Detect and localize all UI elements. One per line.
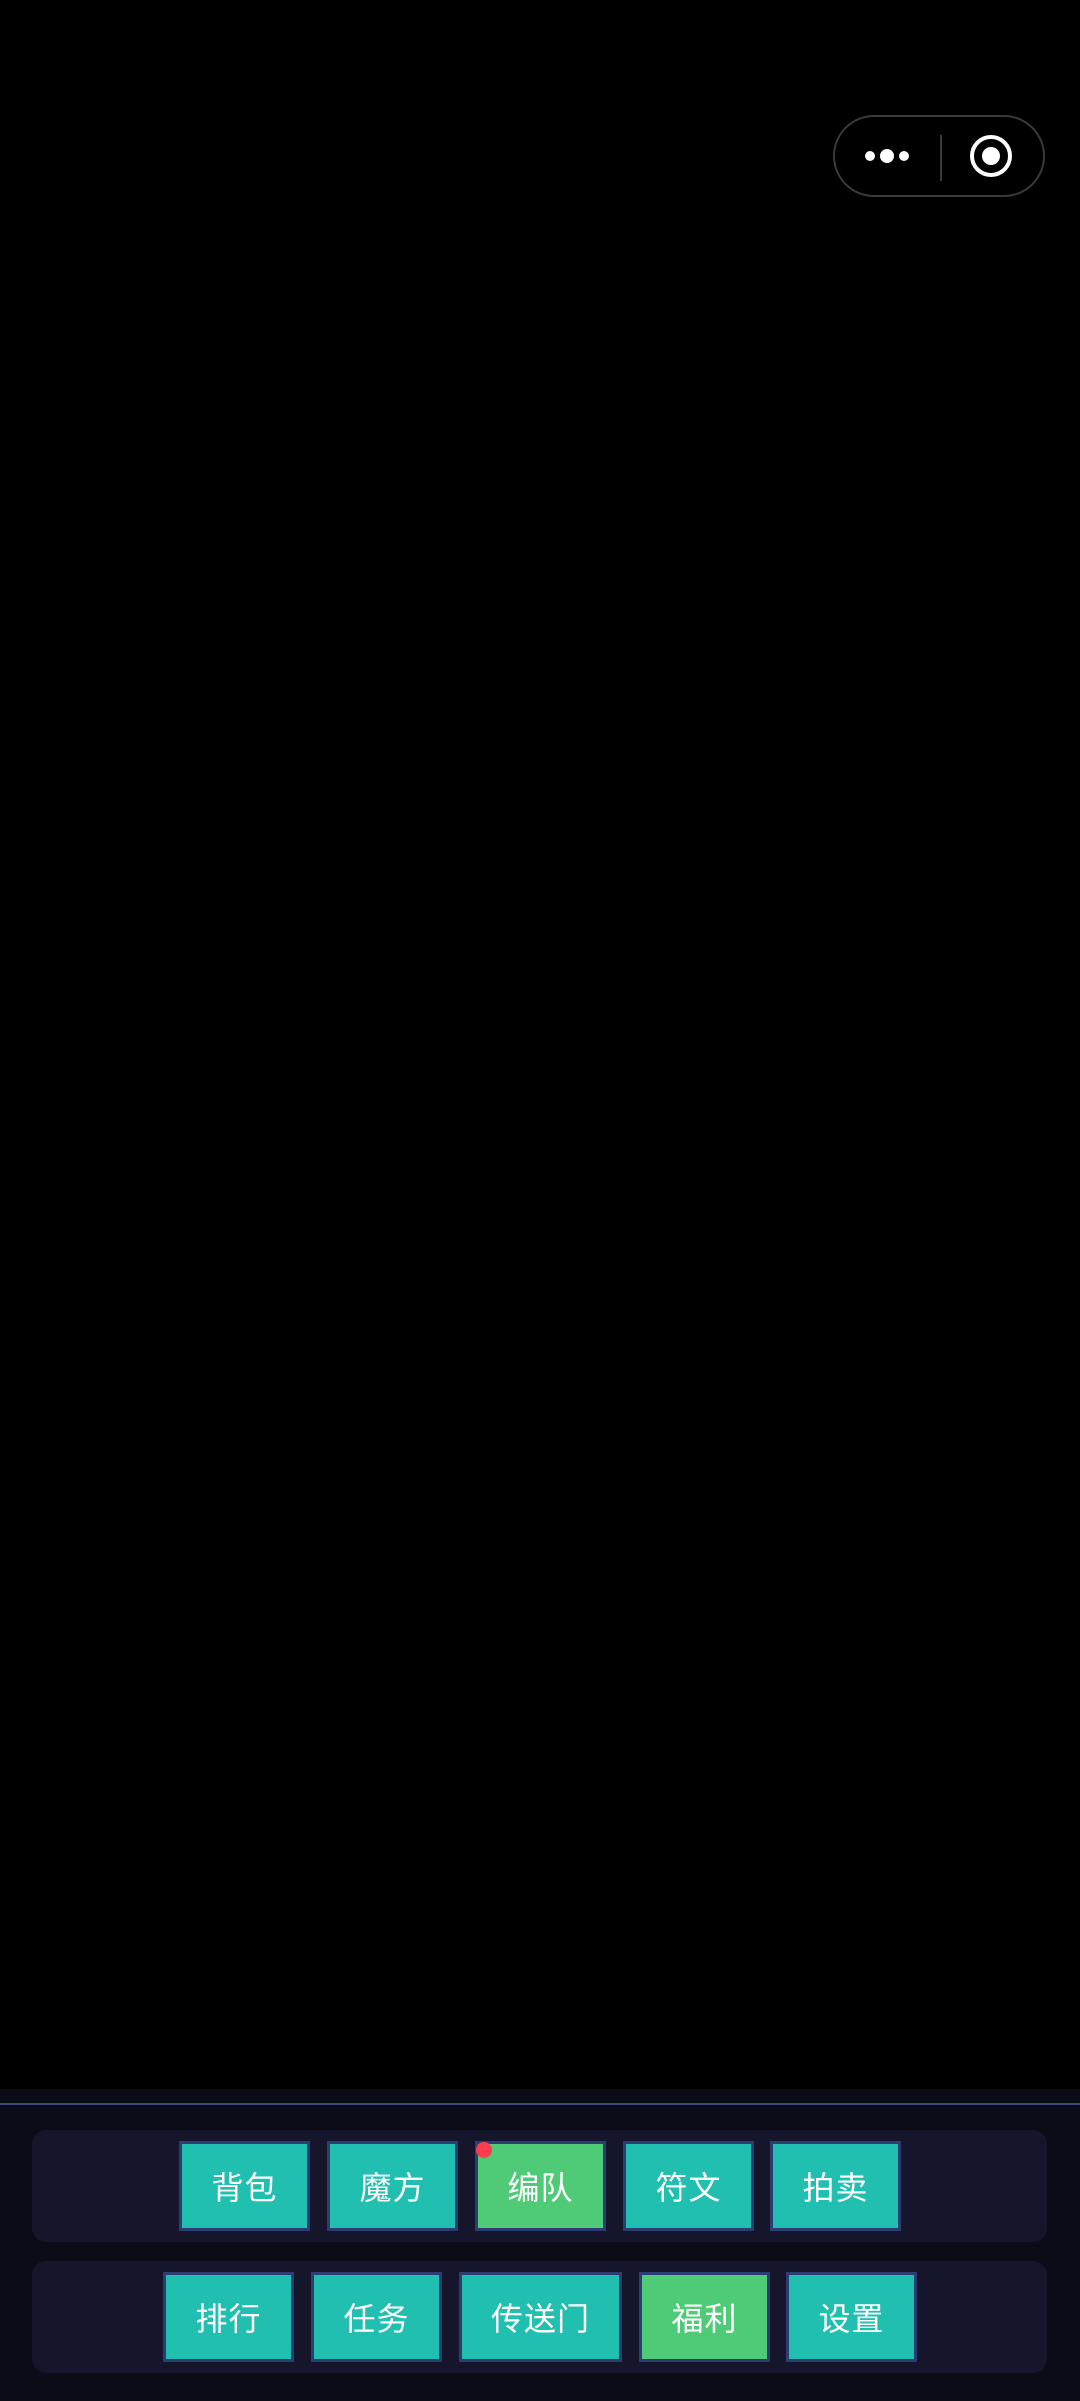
more-button[interactable] [835, 117, 939, 195]
welfare-label: 福利 [671, 2300, 738, 2338]
portal-label: 传送门 [490, 2300, 590, 2338]
quest-label: 任务 [343, 2300, 410, 2338]
formation-button[interactable]: 编队 [475, 2141, 606, 2231]
rune-button[interactable]: 符文 [623, 2141, 754, 2231]
capsule-divider [940, 135, 942, 181]
cube-label: 魔方 [359, 2169, 426, 2207]
portal-button[interactable]: 传送门 [459, 2272, 622, 2362]
backpack-label: 背包 [211, 2169, 278, 2207]
quest-button[interactable]: 任务 [311, 2272, 442, 2362]
auction-button[interactable]: 拍卖 [770, 2141, 901, 2231]
panel-divider [0, 2103, 1080, 2105]
notification-badge [476, 2142, 492, 2158]
more-dots-icon [865, 149, 909, 163]
target-circle-icon [970, 135, 1012, 177]
miniprogram-capsule [833, 115, 1045, 197]
bottom-menu-panel: 背包 魔方 编队 符文 拍卖 排行 任务 传送门 福利 设置 [0, 2089, 1080, 2401]
cube-button[interactable]: 魔方 [327, 2141, 458, 2231]
formation-label: 编队 [507, 2169, 574, 2207]
ranking-button[interactable]: 排行 [163, 2272, 294, 2362]
backpack-button[interactable]: 背包 [179, 2141, 310, 2231]
menu-row-2: 排行 任务 传送门 福利 设置 [32, 2261, 1047, 2373]
settings-button[interactable]: 设置 [786, 2272, 917, 2362]
close-miniprogram-button[interactable] [939, 117, 1043, 195]
settings-label: 设置 [818, 2300, 885, 2338]
auction-label: 拍卖 [802, 2169, 869, 2207]
welfare-button[interactable]: 福利 [639, 2272, 770, 2362]
ranking-label: 排行 [195, 2300, 262, 2338]
rune-label: 符文 [655, 2169, 722, 2207]
menu-row-1: 背包 魔方 编队 符文 拍卖 [32, 2130, 1047, 2242]
